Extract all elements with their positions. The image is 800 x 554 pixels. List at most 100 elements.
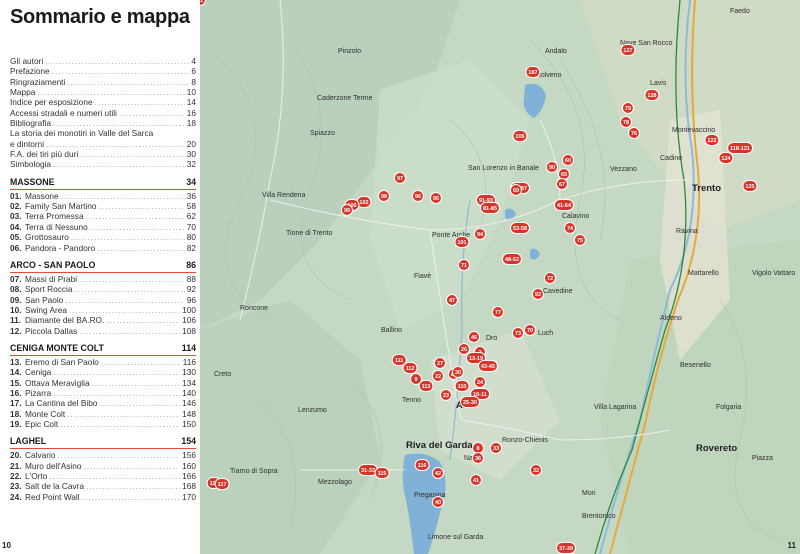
crag-marker[interactable]: 105 — [512, 130, 528, 142]
crag-marker[interactable]: 27 — [433, 357, 447, 369]
crag-marker[interactable]: 128 — [644, 89, 660, 101]
crag-marker[interactable]: 42 — [431, 467, 445, 479]
crag-marker[interactable]: 187 — [525, 66, 541, 78]
toc-section-heading[interactable]: MASSONE 34 — [10, 176, 196, 190]
toc-entry[interactable]: Simbologia 32 — [10, 159, 196, 169]
crag-marker[interactable]: 97 — [393, 172, 407, 184]
crag-marker[interactable]: 37-39 — [555, 542, 577, 554]
toc-entry[interactable]: 23.Salt de la Cavra 168 — [10, 481, 196, 491]
toc-entry[interactable]: 21.Muro dell'Asino 160 — [10, 461, 196, 471]
crag-marker[interactable]: 117 — [214, 478, 230, 490]
crag-marker[interactable]: 81-85 — [479, 202, 501, 214]
crag-marker[interactable]: 47 — [445, 294, 459, 306]
map[interactable]: Faedo Andalo Nave San Rocco Pinzolo Molveno L… — [200, 0, 800, 554]
toc-entry[interactable]: 17.La Cantina del Bibo 146 — [10, 398, 196, 408]
toc-entry-label: Calvario — [25, 450, 56, 461]
toc-entry[interactable]: 14.Ceniga 130 — [10, 367, 196, 377]
toc-entry[interactable]: Ringraziamenti 8 — [10, 77, 196, 87]
crag-marker[interactable]: 41-64 — [553, 199, 575, 211]
crag-marker[interactable]: 72 — [543, 272, 557, 284]
crag-marker[interactable]: 124 — [718, 152, 734, 164]
crag-marker[interactable]: 92 — [531, 288, 545, 300]
crag-marker[interactable]: 110 — [454, 380, 470, 392]
crag-marker[interactable]: 101 — [454, 236, 470, 248]
toc-entry[interactable]: 18.Monte Colt 148 — [10, 409, 196, 419]
toc-section-heading[interactable]: ARCO - SAN PAOLO 86 — [10, 259, 196, 273]
toc-entry[interactable]: 19.Epic Colt 150 — [10, 419, 196, 429]
place-label: Montevaccino — [672, 127, 716, 134]
toc-entry[interactable]: F.A. dei tiri più duri 30 — [10, 149, 196, 159]
crag-marker[interactable]: 69 — [509, 184, 523, 196]
toc-entry[interactable]: Gli autori 4 — [10, 56, 196, 66]
crag-marker[interactable]: 127 — [620, 44, 636, 56]
crag-marker[interactable]: 23 — [439, 389, 453, 401]
toc-entry[interactable]: 16.Pizarra 140 — [10, 388, 196, 398]
crag-marker[interactable]: 43-45 — [477, 360, 499, 372]
toc-entry[interactable]: 15.Ottava Meraviglia 134 — [10, 378, 196, 388]
toc-entry[interactable]: Bibliografia 18 — [10, 118, 196, 128]
toc-entry[interactable]: Accessi stradali e numeri utili 16 — [10, 108, 196, 118]
crag-marker[interactable]: 22 — [431, 370, 445, 382]
crag-marker[interactable]: 77 — [491, 306, 505, 318]
toc-entry[interactable]: 11.Diamante del BA.RO. 106 — [10, 315, 196, 325]
toc-entry[interactable]: 07.Massi di Prabi 88 — [10, 274, 196, 284]
toc-entry[interactable]: 10.Swing Area 100 — [10, 305, 196, 315]
crag-marker[interactable]: 70 — [523, 324, 537, 336]
crag-marker[interactable]: 24 — [473, 376, 487, 388]
toc-entry[interactable]: 03.Terra Promessa 62 — [10, 211, 196, 221]
toc-entry[interactable]: 01.Massone 36 — [10, 191, 196, 201]
toc-section-heading[interactable]: CENIGA MONTE COLT 114 — [10, 342, 196, 356]
toc-entry[interactable]: 06.Pandora - Pandoro 82 — [10, 243, 196, 253]
toc-entry[interactable]: Mappa 10 — [10, 87, 196, 97]
crag-marker[interactable]: 46 — [467, 331, 481, 343]
toc-entry[interactable]: e dintorni 20 — [10, 139, 196, 149]
crag-marker[interactable]: 36 — [471, 452, 485, 464]
toc-entry[interactable]: La storia dei monotiri in Valle del Sarc… — [10, 128, 196, 138]
toc-entry[interactable]: 22.L'Orto 166 — [10, 471, 196, 481]
toc-entry[interactable]: 24.Red Point Wall 170 — [10, 492, 196, 502]
crag-marker[interactable]: 90 — [545, 161, 559, 173]
crag-marker[interactable]: 78 — [619, 116, 633, 128]
crag-marker[interactable]: 99 — [340, 204, 354, 216]
toc-section-heading[interactable]: LAGHEL 154 — [10, 435, 196, 450]
toc-entry-number: 17. — [10, 398, 22, 409]
crag-marker[interactable]: 125 — [742, 180, 758, 192]
toc-entry[interactable]: 02.Family San Martino 58 — [10, 201, 196, 211]
toc-entry[interactable]: Prefazione 6 — [10, 66, 196, 76]
crag-marker[interactable]: 25-30 — [459, 396, 481, 408]
crag-marker[interactable]: 41 — [469, 474, 483, 486]
crag-marker[interactable]: 67 — [555, 178, 569, 190]
crag-marker[interactable]: 116 — [414, 459, 430, 471]
crag-marker[interactable]: 79 — [621, 102, 635, 114]
crag-marker[interactable]: 98 — [377, 190, 391, 202]
crag-marker[interactable]: 122 — [704, 134, 720, 146]
crag-marker[interactable]: 76 — [627, 127, 641, 139]
crag-marker[interactable]: 20 — [451, 366, 465, 378]
toc-entry[interactable]: 09.San Paolo 96 — [10, 295, 196, 305]
toc-entry[interactable]: 20.Calvario 156 — [10, 450, 196, 460]
crag-marker[interactable]: 9 — [410, 373, 422, 385]
toc-entry[interactable]: 08.Sport Roccia 92 — [10, 284, 196, 294]
crag-marker[interactable]: 40 — [431, 496, 445, 508]
crag-marker[interactable]: 60 — [561, 154, 575, 166]
toc-entry-number: 01. — [10, 190, 22, 201]
crag-marker[interactable]: 71 — [457, 259, 471, 271]
crag-marker[interactable]: 33 — [489, 442, 503, 454]
crag-marker[interactable]: 94 — [473, 228, 487, 240]
crag-marker[interactable]: 95 — [429, 192, 443, 204]
toc-entry[interactable]: 04.Terra di Nessuno 70 — [10, 222, 196, 232]
toc-entry-label: Ringraziamenti — [10, 76, 66, 87]
toc-entry[interactable]: 05.Grottosauro 80 — [10, 232, 196, 242]
crag-marker[interactable]: 73 — [511, 327, 525, 339]
crag-marker[interactable]: 32 — [529, 464, 543, 476]
crag-marker[interactable]: 96 — [411, 190, 425, 202]
crag-marker[interactable]: 74 — [563, 222, 577, 234]
toc-entry-label: Monte Colt — [25, 408, 66, 419]
toc-entry[interactable]: 13.Eremo di San Paolo 116 — [10, 357, 196, 367]
toc-entry[interactable]: Indice per esposizione 14 — [10, 97, 196, 107]
toc-entry[interactable]: 12.Piccola Dallas 108 — [10, 326, 196, 336]
crag-marker[interactable]: 53-58 — [509, 222, 531, 234]
crag-marker[interactable]: 48-52 — [501, 253, 523, 265]
crag-marker[interactable]: 115 — [374, 467, 390, 479]
crag-marker[interactable]: 75 — [573, 234, 587, 246]
